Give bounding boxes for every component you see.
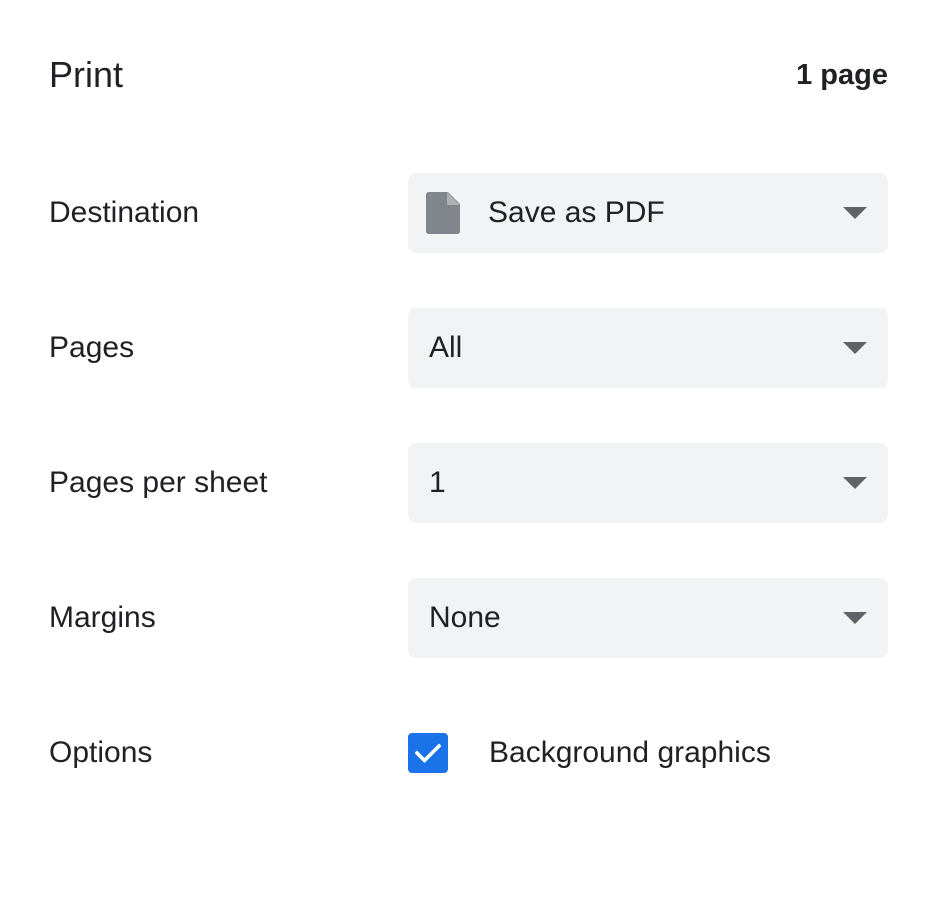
destination-row: Destination Save as PDF xyxy=(49,173,888,253)
pages-per-sheet-select[interactable]: 1 xyxy=(408,443,888,523)
chevron-down-icon xyxy=(843,612,867,624)
pages-label: Pages xyxy=(49,331,135,364)
pages-value: All xyxy=(429,331,463,364)
background-graphics-checkbox[interactable] xyxy=(408,733,448,773)
pages-per-sheet-label: Pages per sheet xyxy=(49,466,268,499)
pages-row: Pages All xyxy=(49,308,888,388)
print-header: Print 1 page xyxy=(49,52,888,98)
page-count: 1 page xyxy=(796,58,888,91)
page-title: Print xyxy=(49,54,124,95)
options-row: Options Background graphics xyxy=(49,713,888,793)
pages-select[interactable]: All xyxy=(408,308,888,388)
checkmark-icon xyxy=(415,743,441,763)
chevron-down-icon xyxy=(843,207,867,219)
chevron-down-icon xyxy=(843,477,867,489)
margins-row: Margins None xyxy=(49,578,888,658)
pages-per-sheet-row: Pages per sheet 1 xyxy=(49,443,888,523)
chevron-down-icon xyxy=(843,342,867,354)
options-label: Options xyxy=(49,736,153,769)
margins-select[interactable]: None xyxy=(408,578,888,658)
pages-per-sheet-value: 1 xyxy=(429,466,446,499)
destination-select[interactable]: Save as PDF xyxy=(408,173,888,253)
destination-label: Destination xyxy=(49,196,200,229)
margins-label: Margins xyxy=(49,601,156,634)
background-graphics-label[interactable]: Background graphics xyxy=(489,736,771,770)
margins-value: None xyxy=(429,601,501,634)
destination-value: Save as PDF xyxy=(488,196,665,229)
file-icon xyxy=(426,192,460,234)
